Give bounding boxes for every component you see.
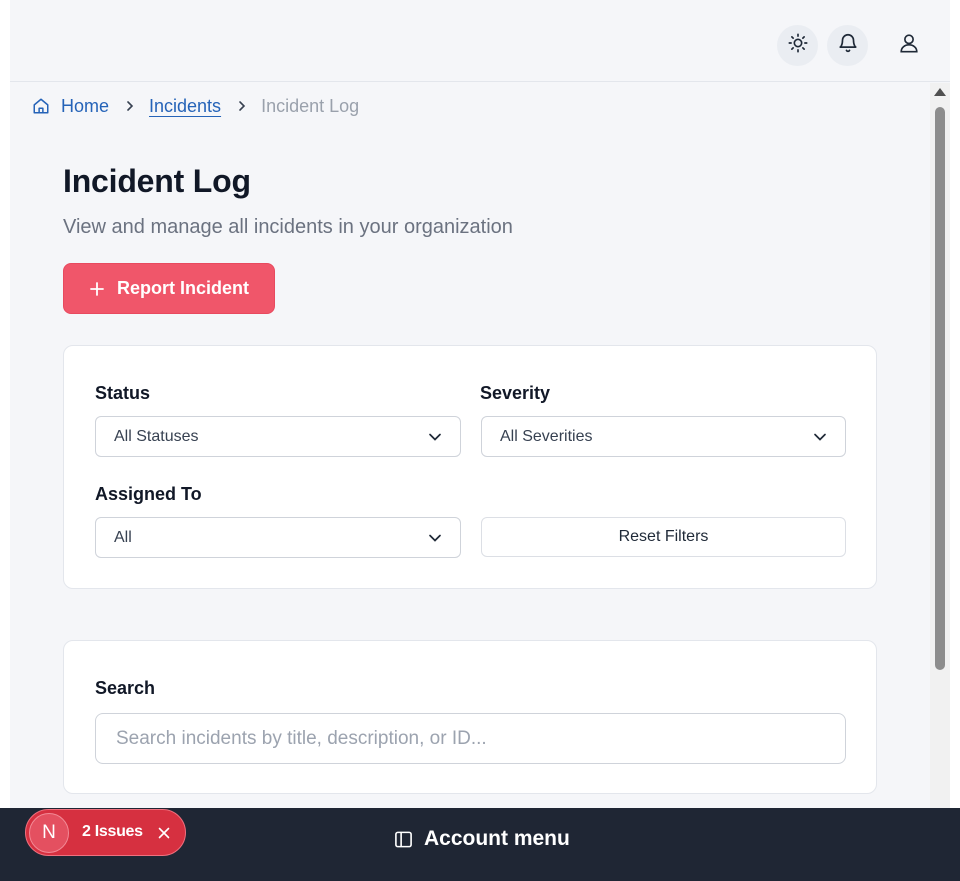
page-title: Incident Log xyxy=(63,163,251,199)
plus-icon xyxy=(89,281,105,297)
breadcrumb: Home Incidents Incident Log xyxy=(32,95,359,117)
breadcrumb-incidents-link[interactable]: Incidents xyxy=(149,96,221,117)
assigned-to-select-value: All xyxy=(114,528,132,546)
chevron-down-icon xyxy=(813,430,827,444)
close-icon[interactable] xyxy=(157,826,171,840)
breadcrumb-current: Incident Log xyxy=(261,95,360,116)
sidebar-panel-icon xyxy=(394,830,413,849)
search-input[interactable] xyxy=(95,713,846,764)
theme-toggle-button[interactable] xyxy=(777,25,818,66)
severity-select-value: All Severities xyxy=(500,427,593,445)
search-label: Search xyxy=(95,678,156,698)
chevron-right-icon xyxy=(236,100,248,112)
breadcrumb-home-link[interactable]: Home xyxy=(61,96,109,117)
status-select-value: All Statuses xyxy=(114,427,199,445)
account-menu-button[interactable]: Account menu xyxy=(394,827,570,851)
notifications-button[interactable] xyxy=(827,25,868,66)
top-bar xyxy=(10,0,950,82)
reset-filters-button[interactable]: Reset Filters xyxy=(481,517,846,557)
assigned-to-select[interactable]: All xyxy=(95,517,461,558)
user-icon xyxy=(898,32,920,59)
scroll-up-arrow-icon[interactable] xyxy=(934,88,946,96)
chevron-down-icon xyxy=(428,430,442,444)
chevron-right-icon xyxy=(124,100,136,112)
scrollbar-thumb[interactable] xyxy=(935,107,945,670)
report-incident-label: Report Incident xyxy=(116,278,249,298)
status-label: Status xyxy=(95,383,151,403)
issues-badge[interactable]: N 2 Issues xyxy=(25,809,186,856)
status-select[interactable]: All Statuses xyxy=(95,416,461,457)
bell-icon xyxy=(837,32,859,59)
home-icon[interactable] xyxy=(32,97,50,115)
assigned-to-label: Assigned To xyxy=(95,484,202,504)
sun-icon xyxy=(787,32,809,59)
issues-count-label[interactable]: 2 Issues xyxy=(82,823,143,841)
severity-select[interactable]: All Severities xyxy=(481,416,846,457)
account-menu-label: Account menu xyxy=(424,827,570,850)
report-incident-button[interactable]: Report Incident xyxy=(63,263,275,314)
chevron-down-icon xyxy=(428,531,442,545)
user-menu-button[interactable] xyxy=(888,25,929,66)
search-card: Search xyxy=(63,640,877,794)
severity-label: Severity xyxy=(480,383,551,403)
filters-card: Status All Statuses Severity All Severit… xyxy=(63,345,877,589)
page-subtitle: View and manage all incidents in your or… xyxy=(63,216,513,238)
nextjs-logo-icon[interactable]: N xyxy=(29,813,69,853)
